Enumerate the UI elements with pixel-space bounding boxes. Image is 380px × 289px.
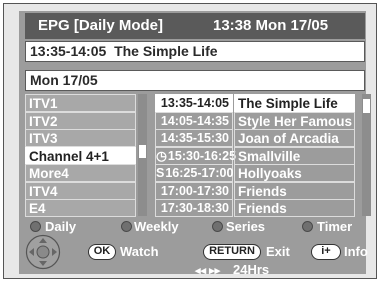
yellow-key-icon: [212, 221, 223, 232]
info-key-label: i+: [321, 245, 331, 257]
navigation-pad-icon: [25, 234, 61, 270]
ok-key-label: OK: [93, 245, 111, 257]
programme-title: Joan of Arcadia: [234, 129, 355, 147]
programme-row[interactable]: 14:05-14:35 Style Her Famous: [155, 111, 355, 130]
skip-24hrs-label[interactable]: 24Hrs: [233, 262, 269, 278]
return-key-icon: RETURN: [203, 244, 261, 260]
channel-row[interactable]: ITV2: [25, 111, 136, 130]
red-key-icon: [30, 221, 41, 232]
programme-time-text: 16:25-17:00: [165, 166, 234, 180]
programme-row[interactable]: 14:35-15:30 Joan of Arcadia: [155, 129, 355, 147]
programme-time: 13:35-14:05: [155, 94, 233, 112]
programme-time: 14:35-15:30: [155, 129, 233, 147]
date-label: Mon 17/05: [30, 72, 98, 88]
legend-daily[interactable]: Daily: [45, 218, 76, 235]
programme-time-text: 15:30-16:25: [167, 148, 237, 163]
clock-display: 13:38 Mon 17/05: [213, 17, 329, 34]
now-playing-title: The Simple Life: [114, 43, 218, 59]
programme-row[interactable]: 13:35-14:05 The Simple Life: [155, 94, 355, 112]
blue-key-icon: [302, 221, 313, 232]
programme-time: ◷15:30-16:25: [155, 146, 237, 165]
ok-key-icon: OK: [88, 244, 116, 260]
channel-scroll-thumb[interactable]: [139, 145, 146, 158]
programme-time-text: 14:35-15:30: [160, 131, 229, 145]
programme-time-text: 13:35-14:05: [160, 96, 229, 110]
programme-time: 14:05-14:35: [155, 111, 233, 130]
epg-mode-title: EPG [Daily Mode]: [38, 17, 164, 34]
timer-icon: ◷: [156, 148, 167, 163]
programme-row[interactable]: 17:30-18:30 Friends: [155, 199, 355, 217]
info-label[interactable]: Info: [344, 244, 368, 260]
programme-title: Friends: [234, 199, 355, 217]
programme-row[interactable]: 17:00-17:30 Friends: [155, 181, 355, 200]
legend-timer[interactable]: Timer: [317, 218, 352, 235]
exit-label[interactable]: Exit: [266, 244, 290, 260]
legend-series[interactable]: Series: [226, 218, 265, 235]
channel-row[interactable]: More4: [25, 164, 136, 182]
channel-row[interactable]: ITV4: [25, 181, 136, 200]
programme-time: 17:00-17:30: [155, 181, 233, 200]
info-key-icon: i+: [311, 244, 341, 260]
now-playing-time: 13:35-14:05: [30, 43, 107, 59]
skip-arrows-icon: ◂◂ ▸▸: [195, 265, 221, 277]
programme-title: The Simple Life: [234, 94, 355, 112]
now-playing-bar: 13:35-14:05 The Simple Life: [25, 41, 365, 62]
programme-scroll-thumb[interactable]: [363, 99, 370, 113]
green-key-icon: [121, 221, 132, 232]
channel-row[interactable]: Channel 4+1: [25, 146, 136, 165]
channel-row[interactable]: E4: [25, 199, 136, 217]
legend-weekly[interactable]: Weekly: [134, 218, 179, 235]
programme-time: S16:25-17:00: [155, 164, 233, 182]
programme-title: Smallville: [234, 146, 355, 165]
channel-row[interactable]: ITV3: [25, 129, 136, 147]
date-bar: Mon 17/05: [25, 70, 365, 91]
programme-time-text: 17:30-18:30: [160, 201, 229, 215]
series-icon: S: [156, 166, 165, 180]
programme-title: Hollyoaks: [234, 164, 355, 182]
programme-time-text: 14:05-14:35: [160, 113, 229, 128]
programme-time: 17:30-18:30: [155, 199, 233, 217]
watch-label[interactable]: Watch: [120, 244, 159, 260]
channel-row[interactable]: ITV1: [25, 94, 136, 112]
programme-row[interactable]: ◷15:30-16:25 Smallville: [155, 146, 355, 165]
programme-time-text: 17:00-17:30: [160, 183, 229, 198]
programme-row[interactable]: S16:25-17:00 Hollyoaks: [155, 164, 355, 182]
programme-title: Style Her Famous: [234, 111, 355, 130]
return-key-label: RETURN: [209, 245, 255, 257]
programme-title: Friends: [234, 181, 355, 200]
